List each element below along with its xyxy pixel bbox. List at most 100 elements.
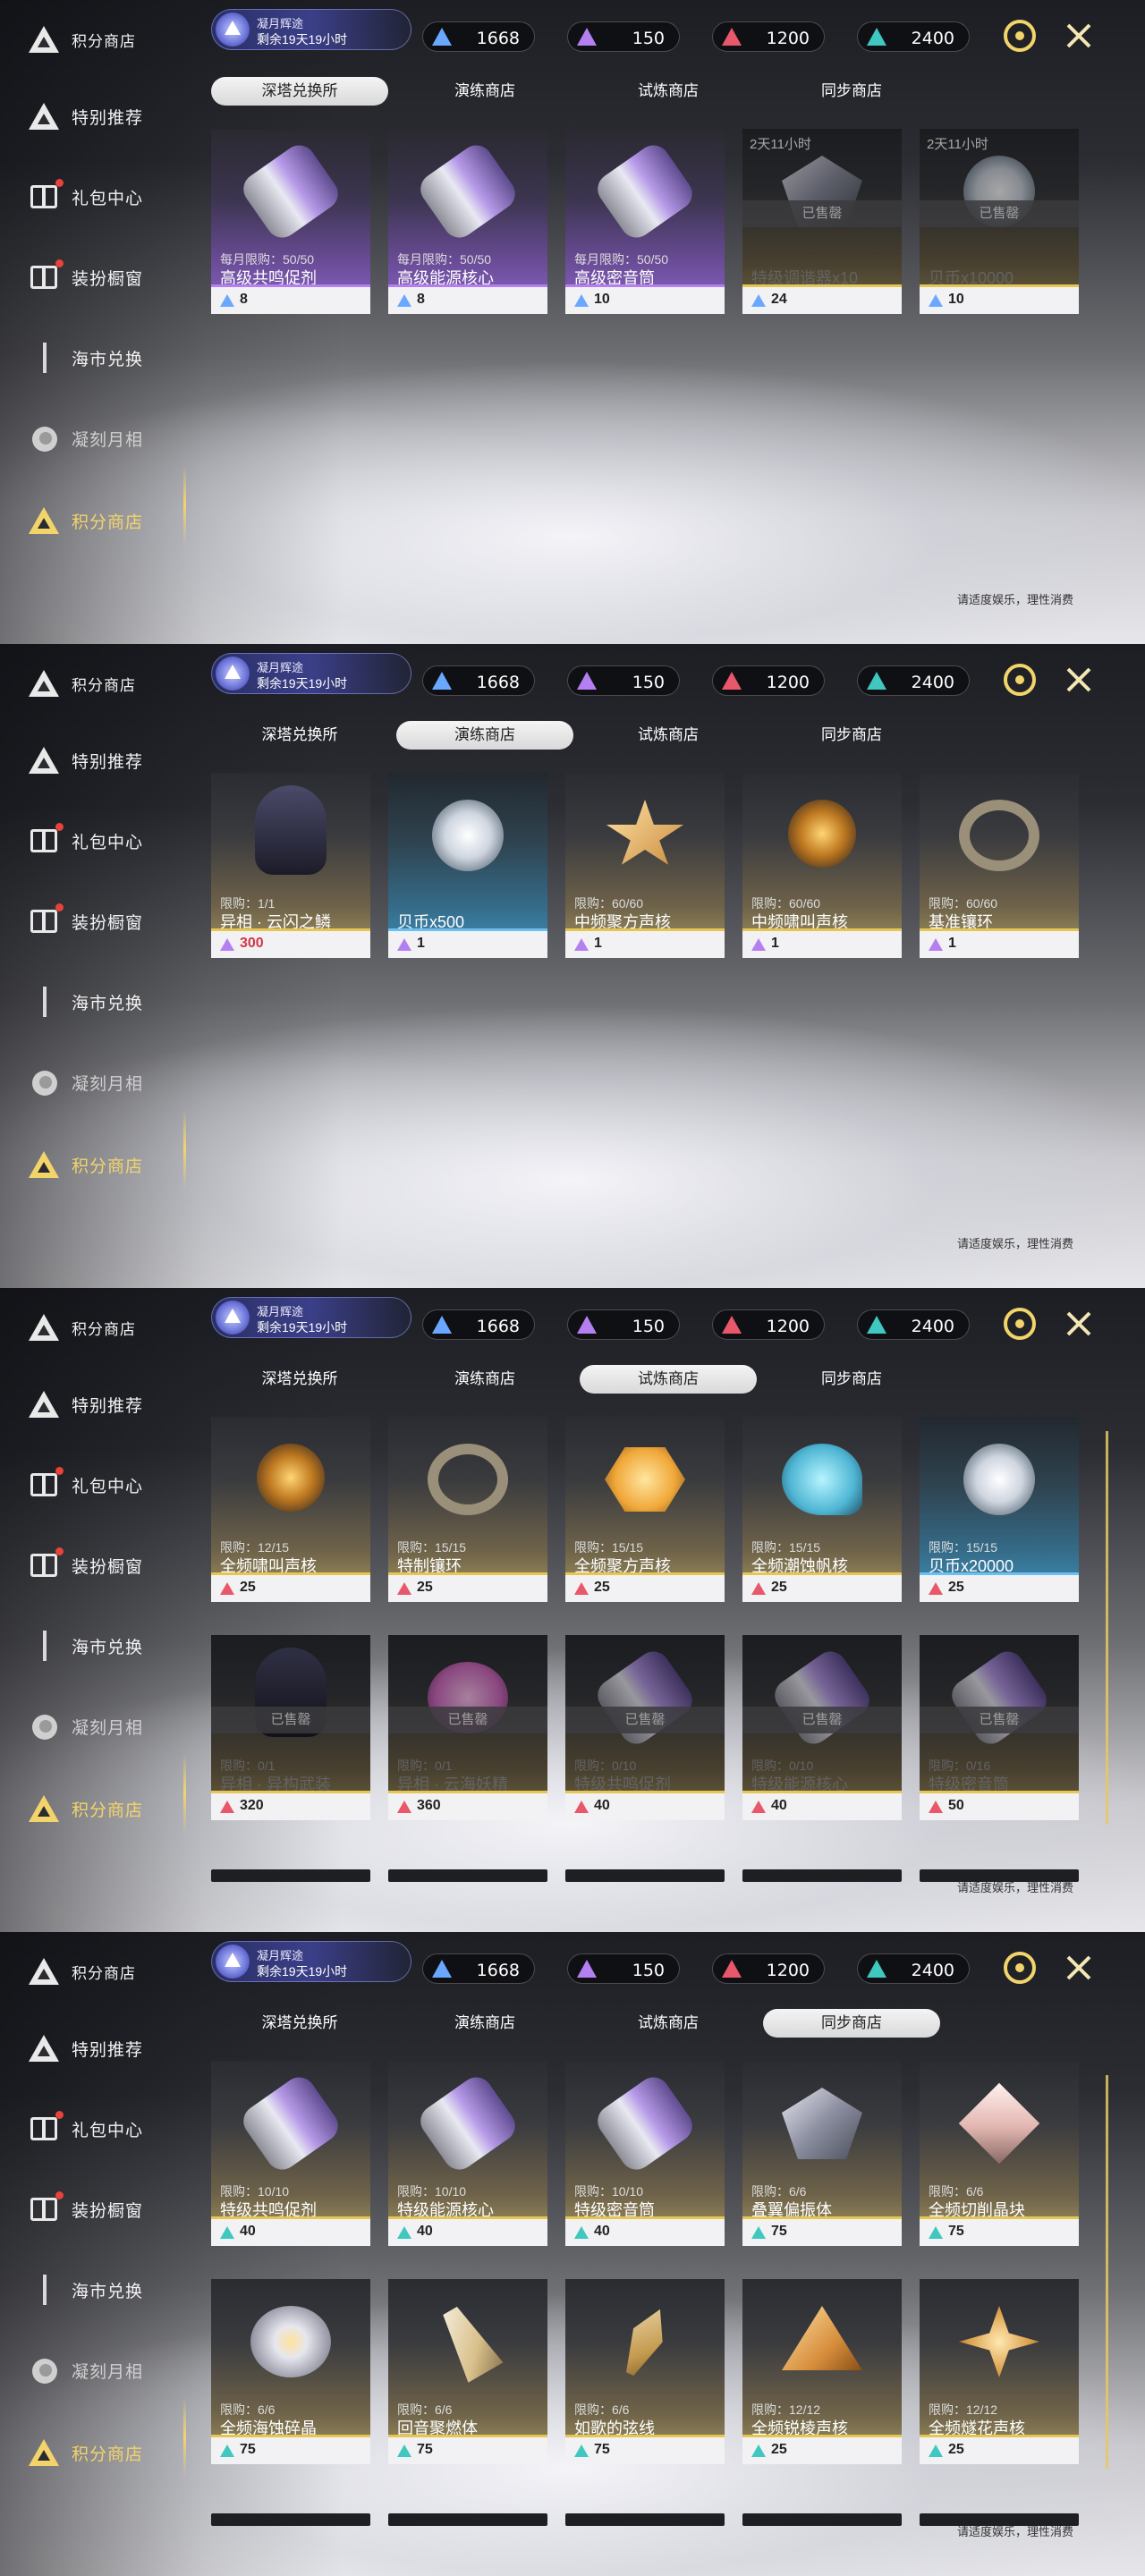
shop-item-card[interactable]: 限购：15/15 全频潮蚀帆核 25 (742, 1417, 902, 1615)
currency-counter[interactable]: 2400 (857, 21, 970, 52)
tab-1[interactable]: 演练商店 (396, 721, 573, 750)
sidebar-item-3[interactable]: 海市兑换 (25, 2270, 195, 2309)
shop-item-card[interactable]: 限购：15/15 特制镶环 25 (388, 1417, 547, 1615)
gear-icon[interactable] (1004, 1308, 1036, 1340)
currency-counter[interactable]: 150 (567, 665, 680, 696)
shop-item-card[interactable]: 限购：12/15 全频啸叫声核 25 (211, 1417, 370, 1615)
shop-item-card[interactable]: 限购：6/6 全频海蚀碎晶 75 (211, 2279, 370, 2478)
sidebar-item-3[interactable]: 海市兑换 (25, 982, 195, 1021)
shop-item-card[interactable]: 已售罄 限购：0/1 异相 · 云海妖精 360 (388, 1635, 547, 1834)
tab-2[interactable]: 试炼商店 (580, 1365, 757, 1394)
sidebar-item-1[interactable]: 礼包中心 (25, 177, 195, 216)
shop-item-card[interactable]: 限购：10/10 特级能源核心 40 (388, 2061, 547, 2259)
shop-item-card[interactable]: 限购：60/60 基准镶环 1 (920, 773, 1079, 971)
currency-counter[interactable]: 2400 (857, 1309, 970, 1340)
sidebar-item-4[interactable]: 凝刻月相 (25, 1707, 195, 1746)
shop-item-card[interactable]: 限购：60/60 中频聚方声核 1 (565, 773, 725, 971)
currency-counter[interactable]: 1668 (422, 1953, 535, 1984)
sidebar-item-5[interactable]: 积分商店 (25, 501, 195, 540)
close-icon[interactable] (1063, 1308, 1095, 1340)
gear-icon[interactable] (1004, 664, 1036, 696)
tab-0[interactable]: 深塔兑换所 (211, 77, 388, 106)
sidebar-item-1[interactable]: 礼包中心 (25, 821, 195, 860)
shop-item-card[interactable]: 限购：6/6 叠翼偏振体 75 (742, 2061, 902, 2259)
currency-counter[interactable]: 1668 (422, 1309, 535, 1340)
sidebar-item-3[interactable]: 海市兑换 (25, 338, 195, 377)
currency-counter[interactable]: 150 (567, 1309, 680, 1340)
shop-item-card[interactable]: 限购：10/10 特级共鸣促剂 40 (211, 2061, 370, 2259)
tab-3[interactable]: 同步商店 (763, 721, 940, 750)
tab-2[interactable]: 试炼商店 (580, 2009, 757, 2038)
close-icon[interactable] (1063, 20, 1095, 52)
shop-item-card[interactable]: 限购：15/15 全频聚方声核 25 (565, 1417, 725, 1615)
tab-3[interactable]: 同步商店 (763, 77, 940, 106)
sidebar-item-3[interactable]: 海市兑换 (25, 1626, 195, 1665)
sidebar-item-0[interactable]: 特别推荐 (25, 1385, 195, 1424)
sidebar-item-2[interactable]: 装扮橱窗 (25, 258, 195, 297)
sidebar-item-4[interactable]: 凝刻月相 (25, 1063, 195, 1102)
sidebar-item-1[interactable]: 礼包中心 (25, 2109, 195, 2148)
sidebar-item-1[interactable]: 礼包中心 (25, 1465, 195, 1504)
currency-counter[interactable]: 1200 (712, 665, 825, 696)
sidebar-item-5[interactable]: 积分商店 (25, 1145, 195, 1184)
tab-0[interactable]: 深塔兑换所 (211, 2009, 388, 2038)
shop-item-card[interactable]: 限购：1/1 异相 · 云闪之鳞 300 (211, 773, 370, 971)
shop-item-card[interactable]: 贝币x500 1 (388, 773, 547, 971)
event-banner[interactable]: 凝月辉途 剩余19天19小时 (211, 9, 411, 50)
currency-counter[interactable]: 1200 (712, 21, 825, 52)
gear-icon[interactable] (1004, 20, 1036, 52)
sidebar-item-0[interactable]: 特别推荐 (25, 2029, 195, 2068)
tab-1[interactable]: 演练商店 (396, 2009, 573, 2038)
shop-item-card[interactable]: 限购：6/6 全频切削晶块 75 (920, 2061, 1079, 2259)
shop-item-card[interactable]: 限购：6/6 如歌的弦线 75 (565, 2279, 725, 2478)
shop-item-card[interactable]: 已售罄 限购：0/10 特级能源核心 40 (742, 1635, 902, 1834)
shop-item-card[interactable]: 2天11小时 已售罄 贝币x10000 10 (920, 129, 1079, 327)
currency-counter[interactable]: 1668 (422, 21, 535, 52)
currency-counter[interactable]: 1200 (712, 1953, 825, 1984)
shop-item-card[interactable]: 每月限购：50/50 高级共鸣促剂 8 (211, 129, 370, 327)
sidebar-item-0[interactable]: 特别推荐 (25, 97, 195, 136)
shop-item-card[interactable]: 每月限购：50/50 高级能源核心 8 (388, 129, 547, 327)
sidebar-item-5[interactable]: 积分商店 (25, 1789, 195, 1828)
sidebar-item-2[interactable]: 装扮橱窗 (25, 1546, 195, 1585)
event-banner[interactable]: 凝月辉途 剩余19天19小时 (211, 653, 411, 694)
shop-item-card[interactable]: 限购：12/12 全频锐棱声核 25 (742, 2279, 902, 2478)
shop-item-card[interactable]: 每月限购：50/50 高级密音筒 10 (565, 129, 725, 327)
shop-item-card[interactable]: 已售罄 限购：0/1 异相 · 异构武装 320 (211, 1635, 370, 1834)
shop-item-card[interactable]: 限购：12/12 全频燧花声核 25 (920, 2279, 1079, 2478)
tab-1[interactable]: 演练商店 (396, 1365, 573, 1394)
gear-icon[interactable] (1004, 1952, 1036, 1984)
currency-counter[interactable]: 150 (567, 21, 680, 52)
sidebar-item-4[interactable]: 凝刻月相 (25, 2351, 195, 2390)
tab-2[interactable]: 试炼商店 (580, 721, 757, 750)
shop-item-card[interactable]: 限购：6/6 回音聚燃体 75 (388, 2279, 547, 2478)
shop-item-card[interactable]: 已售罄 限购：0/16 特级密音筒 50 (920, 1635, 1079, 1834)
sidebar-item-4[interactable]: 凝刻月相 (25, 419, 195, 458)
currency-counter[interactable]: 1200 (712, 1309, 825, 1340)
tab-0[interactable]: 深塔兑换所 (211, 721, 388, 750)
scrollbar[interactable] (1106, 2075, 1108, 2469)
close-icon[interactable] (1063, 664, 1095, 696)
sidebar-item-0[interactable]: 特别推荐 (25, 741, 195, 780)
tab-3[interactable]: 同步商店 (763, 2009, 940, 2038)
currency-counter[interactable]: 2400 (857, 1953, 970, 1984)
tab-2[interactable]: 试炼商店 (580, 77, 757, 106)
sidebar-item-2[interactable]: 装扮橱窗 (25, 902, 195, 941)
shop-item-card[interactable]: 限购：15/15 贝币x20000 25 (920, 1417, 1079, 1615)
sidebar-item-2[interactable]: 装扮橱窗 (25, 2190, 195, 2229)
tab-0[interactable]: 深塔兑换所 (211, 1365, 388, 1394)
sidebar-item-5[interactable]: 积分商店 (25, 2433, 195, 2472)
shop-item-card[interactable]: 限购：10/10 特级密音筒 40 (565, 2061, 725, 2259)
currency-counter[interactable]: 1668 (422, 665, 535, 696)
shop-item-card[interactable]: 限购：60/60 中频啸叫声核 1 (742, 773, 902, 971)
tab-3[interactable]: 同步商店 (763, 1365, 940, 1394)
event-banner[interactable]: 凝月辉途 剩余19天19小时 (211, 1941, 411, 1982)
currency-counter[interactable]: 150 (567, 1953, 680, 1984)
shop-item-card[interactable]: 已售罄 限购：0/10 特级共鸣促剂 40 (565, 1635, 725, 1834)
tab-1[interactable]: 演练商店 (396, 77, 573, 106)
currency-counter[interactable]: 2400 (857, 665, 970, 696)
close-icon[interactable] (1063, 1952, 1095, 1984)
scrollbar[interactable] (1106, 1431, 1108, 1825)
event-banner[interactable]: 凝月辉途 剩余19天19小时 (211, 1297, 411, 1338)
shop-item-card[interactable]: 2天11小时 已售罄 特级调谐器x10 24 (742, 129, 902, 327)
